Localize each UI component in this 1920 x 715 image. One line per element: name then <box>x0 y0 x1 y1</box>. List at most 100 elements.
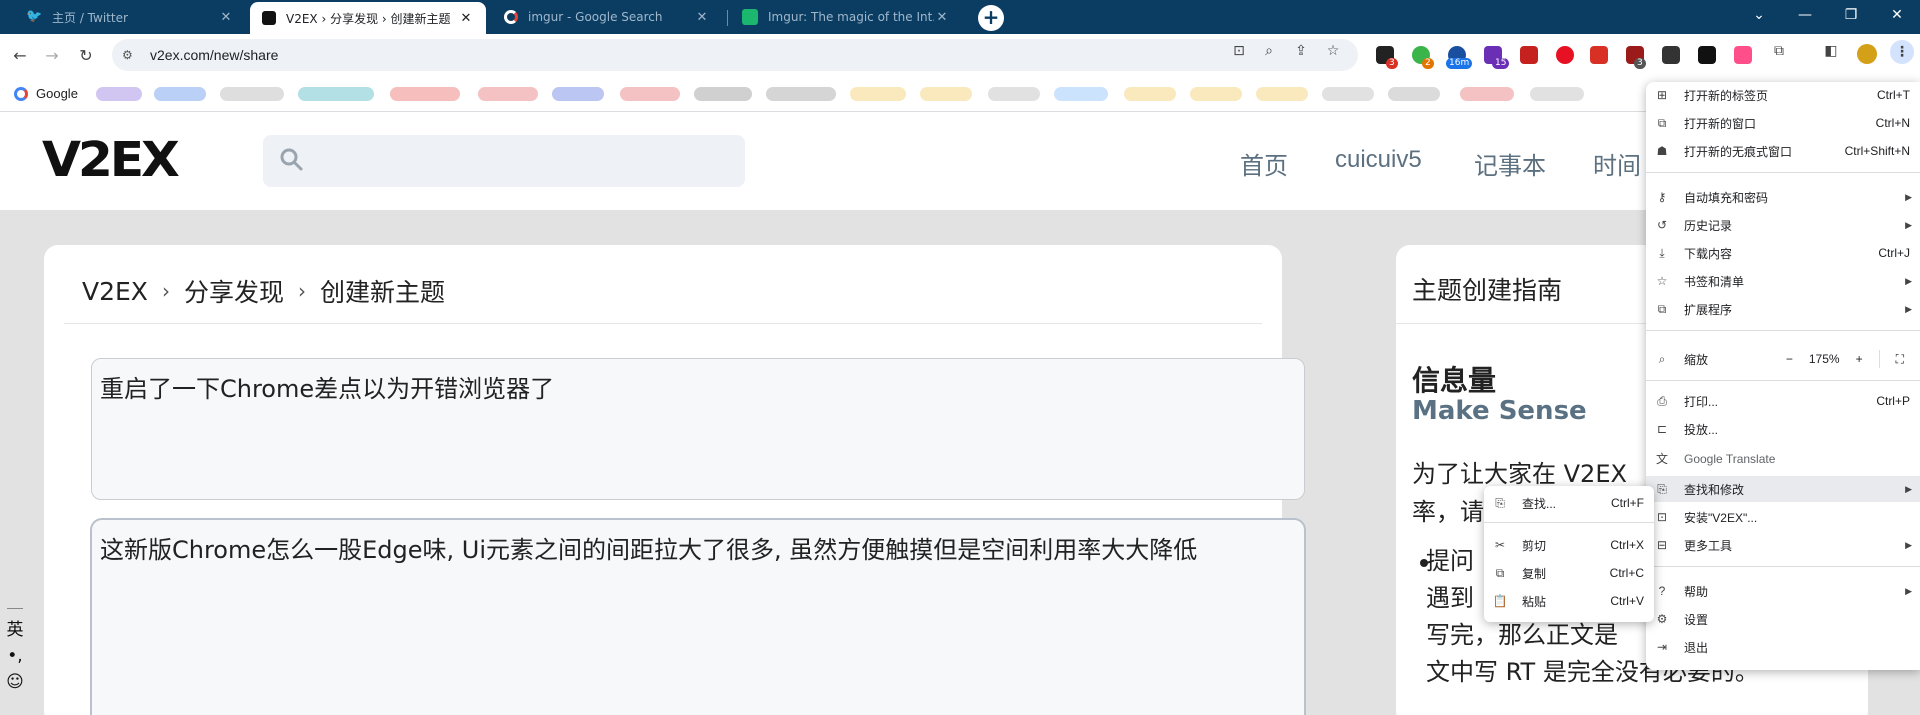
menu-new-tab[interactable]: ⊞ 打开新的标签页 Ctrl+T <box>1646 82 1920 108</box>
site-search-input[interactable] <box>263 135 745 187</box>
tab-imgur[interactable]: Imgur: The magic of the Int... ✕ <box>730 0 962 34</box>
breadcrumb-node[interactable]: 分享发现 <box>184 273 284 309</box>
close-tab-icon[interactable]: ✕ <box>458 11 474 26</box>
bookmark-item[interactable] <box>850 87 906 101</box>
menu-new-window[interactable]: ⧉ 打开新的窗口 Ctrl+N <box>1646 110 1920 136</box>
fullscreen-icon[interactable]: ⛶ <box>1896 352 1904 367</box>
bookmark-item[interactable] <box>220 87 284 101</box>
extension-9-icon[interactable] <box>1662 46 1680 64</box>
bookmark-item[interactable] <box>1322 87 1374 101</box>
forward-button[interactable]: → <box>40 43 64 67</box>
extension-7-icon[interactable] <box>1590 46 1608 64</box>
zoom-out-button[interactable]: − <box>1786 352 1793 366</box>
menu-more-tools[interactable]: ⊟ 更多工具 ▶ <box>1646 532 1920 558</box>
close-tab-icon[interactable]: ✕ <box>218 10 234 25</box>
close-window-button[interactable]: ✕ <box>1874 0 1920 30</box>
extension-6-icon[interactable] <box>1556 46 1574 64</box>
chrome-menu-icon[interactable]: ⋮ <box>1890 40 1914 64</box>
key-icon: ⚷ <box>1657 190 1667 204</box>
bookmark-item[interactable] <box>988 87 1040 101</box>
site-info-icon[interactable]: ⚙ <box>122 48 142 62</box>
bookmark-item[interactable] <box>1460 87 1514 101</box>
menu-cast[interactable]: ⊏ 投放... <box>1646 416 1920 442</box>
tab-v2ex[interactable]: V2EX › 分享发现 › 创建新主题 ✕ <box>250 2 486 34</box>
topic-title-input[interactable]: 重启了一下Chrome差点以为开错浏览器了 <box>91 358 1305 500</box>
menu-print[interactable]: ⎙ 打印... Ctrl+P <box>1646 388 1920 414</box>
menu-find-and-edit[interactable]: ⎘ 查找和修改 ▶ <box>1646 476 1920 502</box>
nav-user[interactable]: cuicuiv5 <box>1335 146 1422 174</box>
side-panel-icon[interactable]: ◧ <box>1822 42 1840 60</box>
tab-google-search[interactable]: imgur - Google Search ✕ <box>492 0 722 34</box>
menu-extensions[interactable]: ⧉ 扩展程序 ▶ <box>1646 296 1920 322</box>
bookmark-item[interactable] <box>1256 87 1308 101</box>
avatar[interactable] <box>1857 44 1877 64</box>
address-bar[interactable]: ⚙ v2ex.com/new/share <box>112 39 1358 71</box>
site-logo[interactable]: V2EX <box>42 132 180 188</box>
bookmark-item[interactable] <box>96 87 142 101</box>
menu-exit[interactable]: ⇥ 退出 <box>1646 634 1920 660</box>
bookmark-item[interactable] <box>298 87 374 101</box>
nav-notes[interactable]: 记事本 <box>1474 146 1546 181</box>
restore-button[interactable]: ❐ <box>1828 0 1874 30</box>
install-app-icon[interactable]: ⊡ <box>1230 42 1248 60</box>
extension-5-icon[interactable] <box>1520 46 1538 64</box>
menu-label: 投放... <box>1684 422 1719 437</box>
bookmark-item[interactable] <box>694 87 752 101</box>
minimize-button[interactable]: — <box>1782 0 1828 30</box>
close-tab-icon[interactable]: ✕ <box>934 10 950 25</box>
exit-icon: ⇥ <box>1656 640 1668 654</box>
bookmark-item[interactable] <box>552 87 604 101</box>
menu-help[interactable]: ? 帮助 ▶ <box>1646 578 1920 604</box>
extension-badge: 3 <box>1634 58 1646 69</box>
bookmark-item[interactable] <box>920 87 972 101</box>
submenu-copy[interactable]: ⧉ 复制 Ctrl+C <box>1484 560 1654 586</box>
topic-content-textarea[interactable]: 这新版Chrome怎么一股Edge味, Ui元素之间的间距拉大了很多, 虽然方便… <box>90 518 1306 715</box>
extension-11-icon[interactable] <box>1734 46 1752 64</box>
sidebar-title: 主题创建指南 <box>1412 276 1563 305</box>
menu-autofill[interactable]: ⚷ 自动填充和密码 ▶ <box>1646 184 1920 210</box>
new-tab-button[interactable]: + <box>978 5 1004 31</box>
zoom-icon[interactable]: ⌕ <box>1260 42 1278 60</box>
bookmark-item[interactable] <box>390 87 460 101</box>
ime-emoji-icon[interactable]: ☺ <box>0 672 30 692</box>
menu-install-app[interactable]: ⊡ 安装"V2EX"... <box>1646 504 1920 530</box>
ime-mode[interactable]: 英 <box>0 615 30 640</box>
submenu-paste[interactable]: 📋 粘贴 Ctrl+V <box>1484 588 1654 614</box>
bookmark-star-icon[interactable]: ☆ <box>1324 42 1342 60</box>
extension-10-icon[interactable] <box>1698 46 1716 64</box>
bookmark-item[interactable] <box>154 87 206 101</box>
bookmark-item[interactable] <box>1388 87 1440 101</box>
menu-history[interactable]: ↺ 历史记录 ▶ <box>1646 212 1920 238</box>
tab-twitter[interactable]: 🐦 主页 / Twitter ✕ <box>14 0 246 34</box>
bookmark-item[interactable] <box>1190 87 1242 101</box>
bookmark-item[interactable] <box>766 87 836 101</box>
bookmark-item[interactable] <box>620 87 680 101</box>
menu-label: 打开新的标签页 <box>1684 88 1769 103</box>
ime-indicator[interactable]: 英 •, ☺ <box>0 600 30 715</box>
menu-label: 打印... <box>1684 394 1719 409</box>
bookmark-item[interactable] <box>1124 87 1176 101</box>
tab-search-icon[interactable]: ⌄ <box>1736 0 1782 30</box>
extensions-puzzle-icon[interactable]: ⧉ <box>1770 42 1788 60</box>
nav-timeline[interactable]: 时间 <box>1593 146 1641 181</box>
menu-bookmarks[interactable]: ☆ 书签和清单 ▶ <box>1646 268 1920 294</box>
menu-incognito[interactable]: ☗ 打开新的无痕式窗口 Ctrl+Shift+N <box>1646 138 1920 164</box>
menu-google-translate[interactable]: 文 Google Translate <box>1646 446 1920 472</box>
bookmark-item[interactable] <box>478 87 538 101</box>
menu-downloads[interactable]: ⤓ 下载内容 Ctrl+J <box>1646 240 1920 266</box>
submenu-cut[interactable]: ✂ 剪切 Ctrl+X <box>1484 532 1654 558</box>
bookmark-item[interactable] <box>1054 87 1108 101</box>
nav-home[interactable]: 首页 <box>1240 146 1288 181</box>
close-tab-icon[interactable]: ✕ <box>694 10 710 25</box>
bookmark-item[interactable] <box>1530 87 1584 101</box>
url-text[interactable]: v2ex.com/new/share <box>150 47 278 63</box>
submenu-find[interactable]: ⎘ 查找... Ctrl+F <box>1484 490 1654 516</box>
bookmark-google[interactable]: Google <box>14 86 78 101</box>
breadcrumb-home[interactable]: V2EX <box>82 277 148 306</box>
reload-button[interactable]: ↻ <box>74 43 98 67</box>
share-icon[interactable]: ⇪ <box>1292 42 1310 60</box>
ime-punct[interactable]: •, <box>0 646 30 666</box>
menu-settings[interactable]: ⚙ 设置 <box>1646 606 1920 632</box>
zoom-in-button[interactable]: + <box>1856 352 1863 366</box>
back-button[interactable]: ← <box>8 43 32 67</box>
